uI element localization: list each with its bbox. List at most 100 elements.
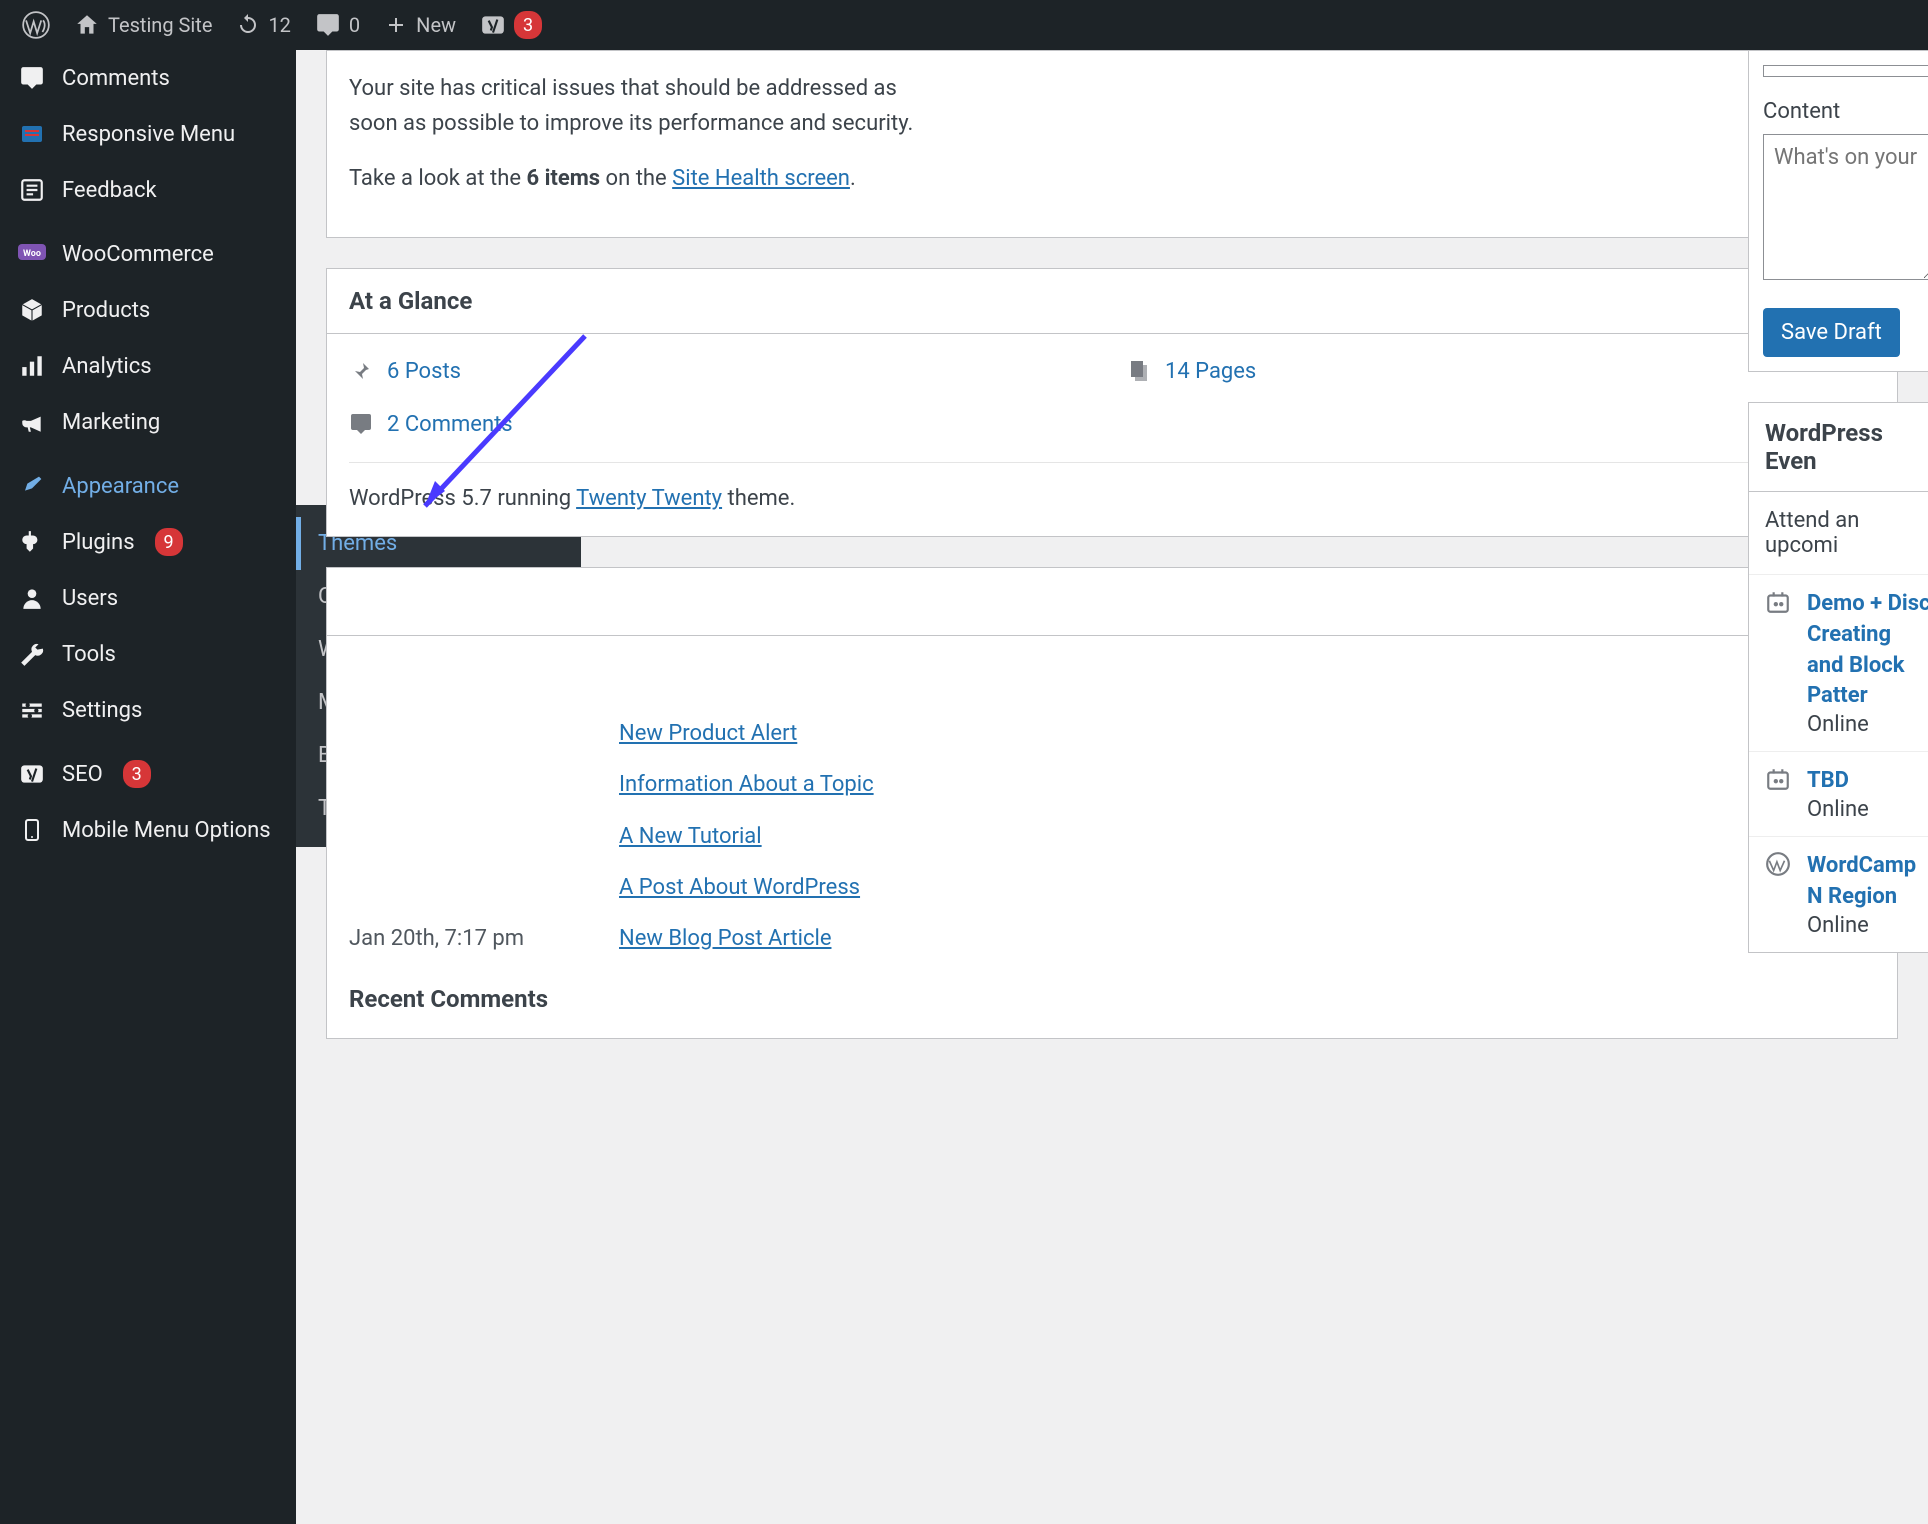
event-name[interactable]: WordCamp N Region [1807,851,1928,913]
event-location: Online [1807,797,1869,822]
right-column: Content Save Draft WordPress Even Attend… [1748,50,1928,1524]
comment-icon [349,412,373,436]
activity-link[interactable]: New Product Alert [619,716,797,751]
plus-icon [384,13,408,37]
sidebar-item-products[interactable]: Products [0,282,296,338]
quick-draft-box: Content Save Draft [1748,50,1928,372]
activity-link[interactable]: Information About a Topic [619,767,874,802]
sidebar-item-feedback[interactable]: Feedback [0,162,296,218]
plugins-badge: 9 [155,528,183,556]
activity-box: ︿ ﹀ ▲ New Product Alert Information Abou… [326,567,1898,1039]
sidebar-item-label: Feedback [62,178,157,203]
admin-sidebar: Comments Responsive Menu Feedback Woo Wo… [0,50,296,1524]
comment-icon [315,12,341,38]
sidebar-item-analytics[interactable]: Analytics [0,338,296,394]
content-textarea[interactable] [1763,134,1928,280]
sidebar-item-woocommerce[interactable]: Woo WooCommerce [0,226,296,282]
sidebar-item-label: WooCommerce [62,242,214,267]
sidebar-item-plugins[interactable]: Plugins 9 [0,514,296,570]
products-icon [18,296,46,324]
save-draft-button[interactable]: Save Draft [1763,308,1900,357]
event-item: WordCamp N Region Online [1749,836,1928,952]
menu-separator [0,738,296,746]
site-health-cta: Take a look at the 6 items on the Site H… [349,161,1875,196]
menu-separator [0,450,296,458]
sidebar-item-settings[interactable]: Settings [0,682,296,738]
activity-link[interactable]: New Blog Post Article [619,921,831,956]
theme-link[interactable]: Twenty Twenty [576,486,722,511]
analytics-icon [18,352,46,380]
activity-row: A New Tutorial [349,819,1875,854]
yoast-icon [18,760,46,788]
content-label: Content [1763,99,1928,124]
activity-link[interactable]: A New Tutorial [619,819,762,854]
tools-icon [18,640,46,668]
yoast-badge: 3 [514,11,542,39]
sidebar-item-tools[interactable]: Tools [0,626,296,682]
main-content: Your site has critical issues that shoul… [296,50,1928,1524]
sidebar-item-users[interactable]: Users [0,570,296,626]
sidebar-item-appearance[interactable]: Appearance [0,458,296,514]
site-name: Testing Site [108,13,212,37]
updates-count: 12 [268,13,290,37]
sidebar-item-seo[interactable]: SEO 3 [0,746,296,802]
meetup-icon [1765,589,1795,737]
wp-logo-icon[interactable] [10,0,62,50]
events-title: WordPress Even [1749,403,1928,492]
sidebar-item-label: Comments [62,66,170,91]
sidebar-item-responsive-menu[interactable]: Responsive Menu [0,106,296,162]
recent-comments-heading: Recent Comments [349,980,1875,1018]
sidebar-item-label: Products [62,298,150,323]
site-health-link[interactable]: Site Health screen [672,166,850,191]
site-name-link[interactable]: Testing Site [62,0,224,50]
mobile-icon [18,816,46,844]
sidebar-item-label: Mobile Menu Options [62,818,271,843]
users-icon [18,584,46,612]
sidebar-item-mobile-menu[interactable]: Mobile Menu Options [0,802,296,858]
activity-row: Information About a Topic [349,767,1875,802]
site-health-box: Your site has critical issues that shoul… [326,50,1898,238]
event-item: TBD Online [1749,751,1928,836]
sidebar-item-label: Tools [62,642,116,667]
site-health-text: Your site has critical issues that shoul… [349,71,1875,141]
event-item: Demo + Disc Creating and Block Patter On… [1749,574,1928,751]
refresh-icon [236,13,260,37]
yoast-link[interactable]: 3 [468,0,554,50]
woocommerce-icon: Woo [18,240,46,268]
svg-text:Woo: Woo [23,249,41,259]
activity-link[interactable]: A Post About WordPress [619,870,860,905]
updates-link[interactable]: 12 [224,0,302,50]
sidebar-item-comments[interactable]: Comments [0,50,296,106]
yoast-icon [480,12,506,38]
admin-bar: Testing Site 12 0 New 3 [0,0,1928,50]
events-intro: Attend an upcomi [1749,492,1928,574]
at-a-glance-box: At a Glance ︿ ﹀ ▲ 6 Posts 14 Pages 2 [326,268,1898,538]
comments-link[interactable]: 0 [303,0,372,50]
activity-row: New Product Alert [349,716,1875,751]
activity-row: A Post About WordPress [349,870,1875,905]
seo-badge: 3 [123,760,151,788]
sidebar-item-marketing[interactable]: Marketing [0,394,296,450]
new-label: New [416,13,456,37]
glance-posts[interactable]: 6 Posts [349,354,1097,389]
sidebar-item-label: SEO [62,762,103,787]
settings-icon [18,696,46,724]
glance-comments[interactable]: 2 Comments [349,407,1097,442]
meetup-icon [1765,766,1795,822]
sidebar-item-label: Settings [62,698,142,723]
event-name[interactable]: TBD [1807,766,1869,797]
sidebar-item-label: Users [62,586,118,611]
responsive-menu-icon [18,120,46,148]
megaphone-icon [18,408,46,436]
menu-separator [0,218,296,226]
event-location: Online [1807,712,1928,737]
event-name[interactable]: Demo + Disc Creating and Block Patter [1807,589,1928,712]
at-a-glance-title: At a Glance [349,287,472,315]
appearance-icon [18,472,46,500]
comment-icon [18,64,46,92]
new-content-link[interactable]: New [372,0,468,50]
event-location: Online [1807,913,1928,938]
home-icon [74,12,100,38]
title-input-partial[interactable] [1763,65,1928,77]
comments-count: 0 [349,13,360,37]
